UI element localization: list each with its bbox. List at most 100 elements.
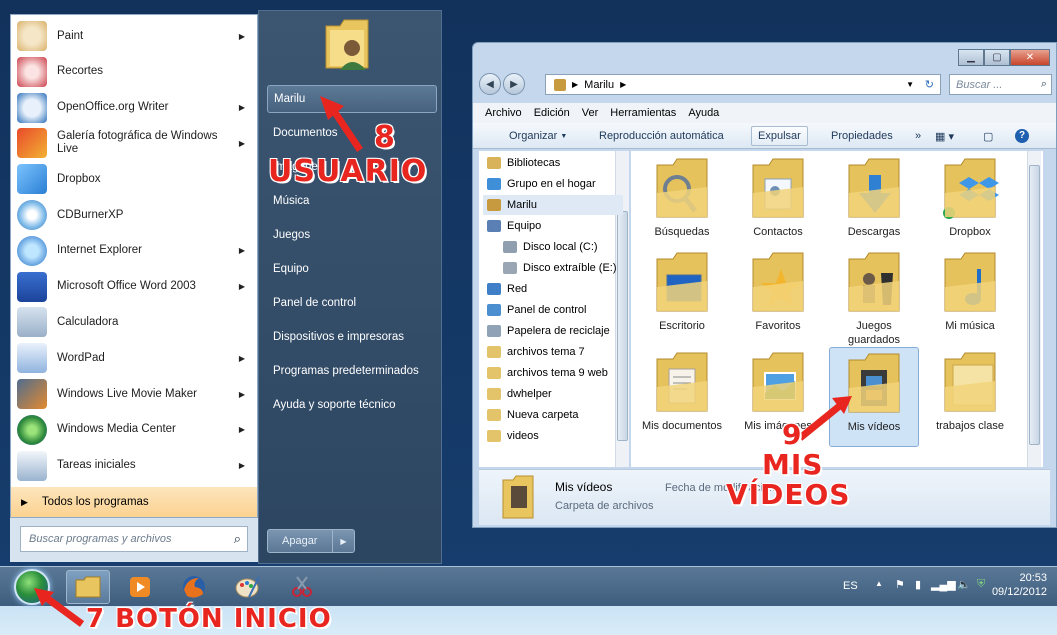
explorer-search-input[interactable]: Buscar ... ⌕ xyxy=(949,74,1052,95)
menu-ayuda[interactable]: Ayuda xyxy=(688,107,719,119)
forward-icon[interactable]: ▶ xyxy=(503,73,525,95)
more-commands-icon[interactable]: » xyxy=(909,126,927,146)
nav-item[interactable]: dwhelper xyxy=(483,384,623,404)
nav-item[interactable]: Disco local (C:) xyxy=(483,237,623,257)
address-bar[interactable]: ▶ Marilu ▶ ▼ ↻ xyxy=(545,74,941,95)
eject-button[interactable]: Expulsar xyxy=(751,126,808,146)
search-icon[interactable]: ⌕ xyxy=(1041,78,1047,91)
explorer-taskbar-icon[interactable] xyxy=(66,570,110,604)
program-item[interactable]: Microsoft Office Word 2003 ▶ xyxy=(11,270,257,304)
program-item[interactable]: WordPad ▶ xyxy=(11,341,257,375)
security-shield-icon[interactable]: ⛨ xyxy=(977,578,985,591)
organize-button[interactable]: Organizar ▼ xyxy=(503,126,573,146)
content-scrollbar[interactable] xyxy=(1027,151,1041,467)
start-search-input[interactable]: Buscar programas y archivos ⌕ xyxy=(20,526,248,552)
menu-edicion[interactable]: Edición xyxy=(534,107,570,119)
properties-button[interactable]: Propiedades xyxy=(825,126,899,146)
start-place-item[interactable]: Programas predeterminados xyxy=(267,357,437,385)
breadcrumb-separator-icon[interactable]: ▶ xyxy=(620,80,626,89)
language-indicator[interactable]: ES xyxy=(843,580,858,592)
wordpad-icon xyxy=(17,343,47,374)
nav-item[interactable]: archivos tema 9 web xyxy=(483,363,623,383)
folder-item[interactable]: Juegos guardados xyxy=(829,247,919,347)
help-icon[interactable]: ? xyxy=(1009,126,1035,146)
menu-herramientas[interactable]: Herramientas xyxy=(610,107,676,119)
program-item[interactable]: Tareas iniciales ▶ xyxy=(11,449,257,483)
folder-item[interactable]: Dropbox xyxy=(925,153,1015,253)
volume-icon[interactable]: 🔈 xyxy=(957,578,971,591)
program-item[interactable]: OpenOffice.org Writer ▶ xyxy=(11,91,257,125)
folder-item[interactable]: Mis imágenes xyxy=(733,347,823,447)
start-place-item[interactable]: Juegos xyxy=(267,221,437,249)
folder-item[interactable]: trabajos clase xyxy=(925,347,1015,447)
start-button[interactable] xyxy=(14,569,50,605)
shutdown-button[interactable]: Apagar ▶ xyxy=(267,529,355,553)
folder-item[interactable]: Mi música xyxy=(925,247,1015,347)
view-options-icon[interactable]: ▦ ▾ xyxy=(929,126,960,146)
nav-item-icon xyxy=(487,409,501,421)
start-place-item[interactable]: Panel de control xyxy=(267,289,437,317)
firefox-taskbar-icon[interactable] xyxy=(172,570,216,604)
nav-item[interactable]: videos xyxy=(483,426,623,446)
start-place-item[interactable]: Marilu xyxy=(267,85,437,113)
network-signal-icon[interactable]: ▂▄▆ xyxy=(931,578,956,591)
autoplay-button[interactable]: Reproducción automática xyxy=(593,126,730,146)
folder-item[interactable]: Mis documentos xyxy=(637,347,727,447)
breadcrumb-separator-icon[interactable]: ▶ xyxy=(572,80,578,89)
nav-item[interactable]: archivos tema 7 xyxy=(483,342,623,362)
address-dropdown-icon[interactable]: ▼ xyxy=(906,80,914,89)
program-item[interactable]: Windows Media Center ▶ xyxy=(11,413,257,447)
folder-item[interactable]: Contactos xyxy=(733,153,823,253)
menu-ver[interactable]: Ver xyxy=(582,107,599,119)
folder-item[interactable]: Búsquedas xyxy=(637,153,727,253)
start-place-item[interactable]: Música xyxy=(267,187,437,215)
program-item[interactable]: Internet Explorer ▶ xyxy=(11,234,257,268)
start-place-item[interactable]: Dispositivos e impresoras xyxy=(267,323,437,351)
search-icon[interactable]: ⌕ xyxy=(234,531,241,547)
content-scroll-thumb[interactable] xyxy=(1029,165,1040,445)
folder-item[interactable]: Favoritos xyxy=(733,247,823,347)
organize-label: Organizar xyxy=(509,130,558,142)
back-icon[interactable]: ◀ xyxy=(479,73,501,95)
menu-archivo[interactable]: Archivo xyxy=(485,107,522,119)
program-item[interactable]: Galería fotográfica de Windows Live ▶ xyxy=(11,126,257,160)
folder-item[interactable]: Mis vídeos xyxy=(829,347,919,447)
nav-item[interactable]: Marilu xyxy=(483,195,623,215)
start-place-item[interactable]: Ayuda y soporte técnico xyxy=(267,391,437,419)
preview-pane-icon[interactable]: ▢ xyxy=(977,126,999,146)
start-place-item[interactable]: Documentos xyxy=(267,119,437,147)
nav-item[interactable]: Grupo en el hogar xyxy=(483,174,623,194)
breadcrumb-item[interactable]: Marilu xyxy=(584,79,614,91)
program-item[interactable]: CDBurnerXP xyxy=(11,198,257,232)
nav-item[interactable]: Bibliotecas xyxy=(483,153,623,173)
show-hidden-icons-icon[interactable]: ▲ xyxy=(875,579,883,588)
user-icon xyxy=(554,78,566,91)
snipping-tool-taskbar-icon[interactable] xyxy=(280,570,324,604)
start-place-item[interactable]: Equipo xyxy=(267,255,437,283)
nav-item[interactable]: Equipo xyxy=(483,216,623,236)
nav-item[interactable]: Papelera de reciclaje xyxy=(483,321,623,341)
folder-item[interactable]: Escritorio xyxy=(637,247,727,347)
shutdown-options-icon[interactable]: ▶ xyxy=(332,530,354,552)
program-item[interactable]: Paint ▶ xyxy=(11,19,257,53)
nav-item[interactable]: Panel de control xyxy=(483,300,623,320)
all-programs-button[interactable]: ▶ Todos los programas xyxy=(11,487,257,517)
clock[interactable]: 20:53 09/12/2012 xyxy=(992,571,1047,599)
folder-icon xyxy=(752,252,804,312)
program-item[interactable]: Windows Live Movie Maker ▶ xyxy=(11,377,257,411)
nav-item[interactable]: Red xyxy=(483,279,623,299)
folder-item[interactable]: Descargas xyxy=(829,153,919,253)
program-item[interactable]: Calculadora xyxy=(11,305,257,339)
nav-item[interactable]: Nueva carpeta xyxy=(483,405,623,425)
program-item[interactable]: Recortes xyxy=(11,55,257,89)
nav-item[interactable]: Disco extraíble (E:) xyxy=(483,258,623,278)
media-player-taskbar-icon[interactable] xyxy=(118,570,162,604)
battery-icon[interactable]: ▮ xyxy=(915,578,921,591)
program-item[interactable]: Dropbox xyxy=(11,162,257,196)
close-button[interactable]: ✕ xyxy=(1010,49,1050,66)
maximize-button[interactable]: ▢ xyxy=(984,49,1010,66)
refresh-icon[interactable]: ↻ xyxy=(925,78,934,91)
minimize-button[interactable]: ▁ xyxy=(958,49,984,66)
action-center-flag-icon[interactable]: ⚑ xyxy=(895,578,905,591)
paint-taskbar-icon[interactable] xyxy=(226,570,270,604)
